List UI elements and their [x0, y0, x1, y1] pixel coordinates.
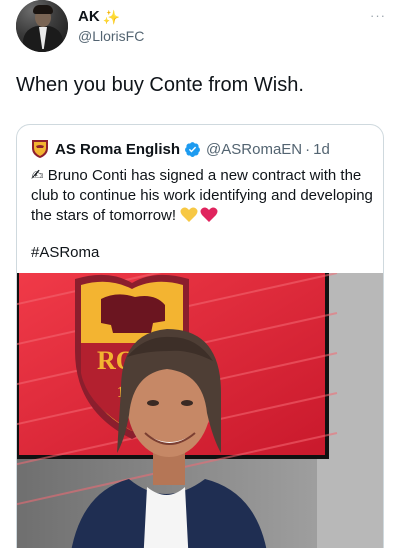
author-name[interactable]: AK	[78, 8, 100, 25]
roma-shield-icon	[32, 140, 48, 158]
dot-separator: ·	[305, 140, 311, 158]
hearts-icon	[180, 207, 218, 222]
writing-hand-emoji: ✍	[31, 167, 44, 184]
author-handle[interactable]: @LlorisFC	[78, 28, 144, 44]
quoted-timestamp[interactable]: 1d	[313, 141, 330, 158]
sparkles-icon: ✨	[102, 8, 121, 25]
quoted-author-handle[interactable]: @ASRomaEN	[206, 141, 302, 158]
author-name-row[interactable]: AK ✨	[78, 8, 120, 25]
avatar[interactable]	[16, 0, 68, 52]
tweet-header: AK ✨ @LlorisFC ···	[16, 0, 386, 56]
quoted-tweet-text: ✍ Bruno Conti has signed a new contract …	[31, 166, 376, 226]
more-options-icon[interactable]: ···	[370, 8, 386, 23]
tweet-media-image[interactable]: ROM 19	[17, 273, 383, 548]
photo-bruno-conti: ROM 19	[17, 273, 383, 548]
tweet-text: When you buy Conte from Wish.	[16, 74, 304, 96]
quoted-author-name[interactable]: AS Roma English	[55, 141, 180, 158]
hashtag-link[interactable]: #ASRoma	[31, 244, 99, 261]
quoted-tweet-header: AS Roma English @ASRomaEN · 1d	[31, 139, 330, 159]
verified-badge-icon	[185, 141, 200, 157]
quoted-tweet[interactable]: AS Roma English @ASRomaEN · 1d ✍ Bruno C…	[16, 124, 384, 548]
